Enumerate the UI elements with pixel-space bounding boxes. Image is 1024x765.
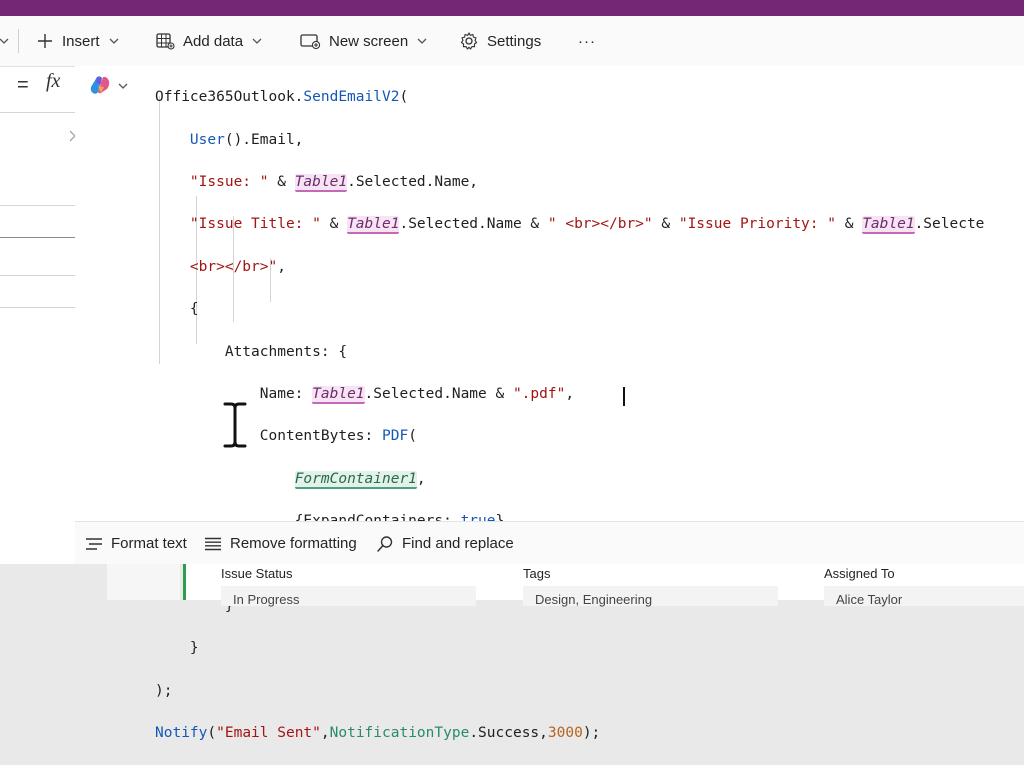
- more-options-button[interactable]: ···: [578, 16, 596, 66]
- format-text-button[interactable]: Format text: [85, 522, 187, 565]
- format-text-label: Format text: [111, 535, 187, 552]
- search-icon: [376, 535, 394, 553]
- add-data-button[interactable]: Add data: [155, 16, 263, 66]
- table-reference: Table1: [294, 173, 348, 192]
- chevron-down-icon: [416, 35, 428, 47]
- new-screen-icon: [299, 32, 321, 50]
- divider: [0, 112, 75, 113]
- command-toolbar: Insert Add data New screen Settings ···: [0, 16, 1024, 67]
- add-data-label: Add data: [183, 32, 244, 50]
- table-reference: Table1: [312, 385, 365, 404]
- canvas-gutter: [107, 564, 180, 600]
- format-text-icon: [85, 537, 103, 551]
- issue-form-container: Issue Status In Progress Tags Design, En…: [183, 564, 1024, 607]
- divider: [0, 275, 75, 276]
- control-reference: FormContainer1: [294, 470, 417, 489]
- chevron-down-icon: [108, 35, 120, 47]
- plus-icon: [36, 32, 54, 50]
- left-panel: [0, 67, 76, 600]
- remove-formatting-icon: [204, 537, 222, 551]
- assigned-to-field[interactable]: Alice Taylor: [824, 586, 1024, 607]
- issue-status-label: Issue Status: [221, 566, 293, 581]
- code-line: Attachments: {: [224, 343, 348, 360]
- database-table-icon: [155, 32, 175, 50]
- code-line: "Issue: " & Table1.Selected.Name,: [189, 173, 479, 192]
- chevron-down-icon: [117, 79, 129, 97]
- table-reference: Table1: [862, 216, 915, 235]
- insert-label: Insert: [62, 32, 100, 50]
- formula-bottom-bar: Format text Remove formatting Find and r…: [75, 521, 1024, 565]
- code-line: Office365Outlook.SendEmailV2(: [155, 89, 409, 106]
- copilot-icon: [89, 74, 111, 101]
- copilot-button[interactable]: [89, 74, 129, 101]
- code-line: }: [189, 640, 199, 657]
- formula-code[interactable]: Office365Outlook.SendEmailV2( User().Ema…: [155, 66, 984, 765]
- divider: [0, 205, 75, 206]
- find-replace-label: Find and replace: [402, 535, 514, 552]
- ibeam-cursor-icon: [222, 401, 248, 454]
- text-caret: [623, 387, 625, 406]
- code-line: <br></br>",: [189, 258, 286, 275]
- fx-icon[interactable]: fx: [46, 70, 60, 93]
- divider: [0, 307, 75, 308]
- code-line: );: [155, 682, 173, 699]
- new-screen-label: New screen: [329, 32, 409, 50]
- insert-button[interactable]: Insert: [36, 16, 120, 66]
- tags-field[interactable]: Design, Engineering: [523, 586, 778, 607]
- settings-button[interactable]: Settings: [459, 16, 541, 66]
- code-line: ContentBytes: PDF(: [259, 428, 417, 445]
- new-screen-button[interactable]: New screen: [299, 16, 428, 66]
- code-line: Name: Table1.Selected.Name & ".pdf",: [259, 385, 575, 404]
- code-line: FormContainer1,: [294, 470, 426, 489]
- code-line: {: [189, 301, 199, 318]
- formula-equals: =: [17, 74, 29, 96]
- tags-label: Tags: [523, 566, 551, 581]
- code-line: User().Email,: [189, 131, 304, 148]
- settings-label: Settings: [487, 32, 542, 50]
- remove-formatting-label: Remove formatting: [230, 535, 357, 552]
- remove-formatting-button[interactable]: Remove formatting: [204, 522, 357, 565]
- code-line: Notify("Email Sent",NotificationType.Suc…: [155, 725, 601, 742]
- assigned-to-label: Assigned To: [824, 566, 895, 581]
- chevron-down-icon: [251, 35, 263, 47]
- divider: [0, 237, 75, 238]
- gear-icon: [459, 31, 479, 51]
- table-reference: Table1: [347, 216, 400, 235]
- toolbar-separator: [18, 16, 19, 66]
- chevron-down-icon[interactable]: [0, 16, 10, 66]
- find-replace-button[interactable]: Find and replace: [376, 522, 514, 565]
- issue-status-field[interactable]: In Progress: [221, 586, 476, 607]
- title-bar: [0, 0, 1024, 16]
- code-line: "Issue Title: " & Table1.Selected.Name &…: [189, 216, 985, 235]
